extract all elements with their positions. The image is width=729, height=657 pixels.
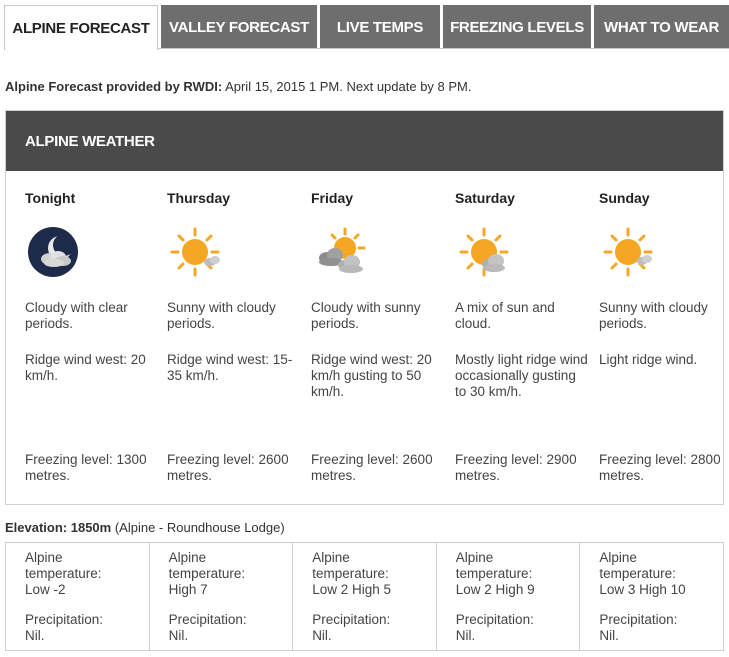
precip-label: Precipitation:	[599, 612, 678, 627]
day-wind: Ridge wind west: 20 km/h gusting to 50 k…	[311, 352, 432, 399]
day-name: Saturday	[455, 190, 515, 206]
precip-reading: Nil.	[455, 628, 476, 643]
sun-cloud-mix-icon	[455, 223, 515, 283]
provider-text: April 15, 2015 1 PM. Next update by 8 PM…	[222, 79, 472, 94]
temp-label: Alpine temperature:	[599, 550, 676, 581]
day-freezing-level: Freezing level: 2900 metres.	[455, 452, 577, 483]
precip-reading: Nil.	[312, 628, 332, 643]
temp-label: Alpine temperature:	[25, 550, 102, 581]
day-friday: Friday Cloudy with sunny periods. Ridge …	[311, 171, 451, 504]
day-condition: Cloudy with sunny periods.	[311, 300, 421, 331]
temp-cell: Alpine temperature: Low 3 High 10 Precipi…	[580, 543, 723, 650]
tab-divider	[158, 48, 729, 49]
temp-cell: Alpine temperature: Low 2 High 5 Precipit…	[293, 543, 437, 650]
day-condition: Sunny with cloudy periods.	[599, 300, 708, 331]
day-wind: Mostly light ridge wind occasionally gus…	[455, 352, 588, 399]
day-thursday: Thursday Sunny with cloudy periods. Ridg…	[167, 171, 307, 504]
forecast-tabs: Alpine Forecast Valley Forecast Live Tem…	[4, 5, 729, 50]
day-saturday: Saturday A mix of sun and cloud. Mostly …	[455, 171, 595, 504]
precip-value: Precipitation: Nil.	[25, 612, 140, 644]
precip-label: Precipitation:	[25, 612, 104, 627]
elevation-line: Elevation: 1850m (Alpine - Roundhouse Lo…	[5, 520, 285, 535]
precip-reading: Nil.	[25, 628, 45, 643]
temp-reading: Low 2 High 9	[455, 582, 535, 597]
temp-value: Alpine temperature: Low -2	[25, 550, 140, 598]
precip-label: Precipitation:	[168, 612, 247, 627]
temp-label: Alpine temperature:	[455, 550, 533, 581]
day-freezing-level: Freezing level: 2600 metres.	[311, 452, 433, 483]
precip-label: Precipitation:	[455, 612, 534, 627]
precip-value: Precipitation: Nil.	[599, 612, 714, 644]
temp-reading: Low 2 High 5	[312, 582, 391, 597]
moon-cloudy-icon	[25, 223, 85, 283]
temp-cell: Alpine temperature: Low 2 High 9 Precipit…	[437, 543, 581, 650]
forecast-provider-line: Alpine Forecast provided by RWDI: April …	[5, 79, 472, 94]
elevation-label: Elevation: 1850m	[5, 520, 112, 535]
day-wind: Ridge wind west: 15-35 km/h.	[167, 352, 293, 383]
day-freezing-level: Freezing level: 1300 metres.	[25, 452, 147, 483]
day-name: Tonight	[25, 190, 76, 206]
alpine-weather-panel: Alpine Weather Tonight Cloudy with clear…	[5, 110, 724, 505]
day-tonight: Tonight Cloudy with clear periods. Ridge…	[25, 171, 165, 504]
day-condition: A mix of sun and cloud.	[455, 300, 555, 331]
temp-cell: Alpine temperature: Low -2 Precipitation:…	[6, 543, 150, 650]
temp-value: Alpine temperature: High 7	[169, 550, 284, 598]
precip-value: Precipitation: Nil.	[312, 612, 427, 644]
elevation-text: (Alpine - Roundhouse Lodge)	[111, 520, 285, 535]
temp-reading: Low -2	[25, 582, 66, 597]
temp-label: Alpine temperature:	[168, 550, 246, 581]
sun-small-cloud-icon	[167, 223, 227, 283]
day-freezing-level: Freezing level: 2800 metres.	[599, 452, 721, 483]
temp-value: Alpine temperature: Low 2 High 9	[456, 550, 571, 598]
cloudy-sun-icon	[311, 223, 371, 283]
forecast-days: Tonight Cloudy with clear periods. Ridge…	[6, 171, 723, 504]
day-name: Thursday	[167, 190, 231, 206]
temp-value: Alpine temperature: Low 2 High 5	[312, 550, 427, 598]
day-sunday: Sunday Sunny with cloudy periods. Light …	[599, 171, 729, 504]
day-condition: Sunny with cloudy periods.	[167, 300, 276, 331]
day-condition: Cloudy with clear periods.	[25, 300, 128, 331]
temp-cell: Alpine temperature: High 7 Precipitation:…	[150, 543, 294, 650]
day-name: Sunday	[599, 190, 650, 206]
day-wind: Ridge wind west: 20 km/h.	[25, 352, 146, 383]
tab-freezing-levels[interactable]: Freezing Levels	[443, 5, 591, 49]
temp-reading: Low 3 High 10	[599, 582, 686, 597]
alpine-temps-table: Alpine temperature: Low -2 Precipitation:…	[5, 542, 724, 651]
precip-reading: Nil.	[599, 628, 619, 643]
tab-valley-forecast[interactable]: Valley Forecast	[161, 5, 317, 49]
precip-reading: Nil.	[168, 628, 189, 643]
panel-title: Alpine Weather	[6, 111, 723, 171]
tab-live-temps[interactable]: Live Temps	[320, 5, 440, 49]
temp-reading: High 7	[168, 582, 208, 597]
precip-label: Precipitation:	[312, 612, 391, 627]
day-name: Friday	[311, 190, 354, 206]
provider-label: Alpine Forecast provided by RWDI:	[5, 79, 223, 94]
precip-value: Precipitation: Nil.	[169, 612, 284, 644]
temp-label: Alpine temperature:	[312, 550, 389, 581]
day-wind: Light ridge wind.	[599, 352, 698, 367]
day-freezing-level: Freezing level: 2600 metres.	[167, 452, 289, 483]
tab-what-to-wear[interactable]: What to Wear	[594, 5, 729, 49]
temp-value: Alpine temperature: Low 3 High 10	[599, 550, 714, 598]
precip-value: Precipitation: Nil.	[456, 612, 571, 644]
tab-alpine-forecast[interactable]: Alpine Forecast	[4, 5, 158, 50]
sun-small-cloud-icon	[599, 223, 659, 283]
